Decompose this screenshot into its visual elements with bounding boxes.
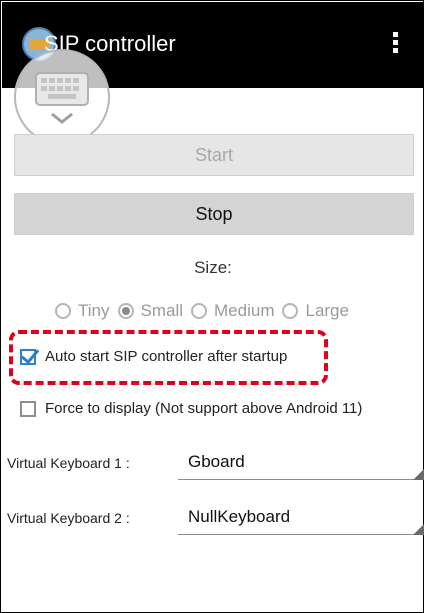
force-display-label: Force to display (Not support above Andr… — [45, 400, 363, 417]
floating-keyboard-icon[interactable] — [14, 49, 110, 145]
highlight-annotation — [9, 330, 328, 385]
screen: SIP controller Start Stop Size: Tiny Sma… — [0, 0, 424, 613]
size-radio-group: Tiny Small Medium Large — [55, 297, 357, 325]
size-option-small[interactable]: Small — [117, 301, 184, 321]
radio-icon — [191, 303, 208, 319]
radio-checked-icon — [117, 303, 134, 319]
size-option-tiny[interactable]: Tiny — [55, 301, 110, 321]
virtual-keyboard-2-label: Virtual Keyboard 2 : — [7, 510, 130, 526]
size-option-medium[interactable]: Medium — [191, 301, 274, 321]
size-label: Size: — [194, 258, 232, 277]
dropdown-arrow-icon — [413, 523, 424, 535]
dropdown-arrow-icon — [413, 468, 424, 480]
spinner-value: NullKeyboard — [188, 507, 291, 526]
virtual-keyboard-1-spinner[interactable]: Gboard — [178, 450, 424, 480]
size-option-label: Small — [140, 301, 184, 320]
virtual-keyboard-2-spinner[interactable]: NullKeyboard — [178, 505, 424, 535]
size-option-label: Tiny — [78, 301, 110, 320]
checkbox-icon — [20, 400, 36, 417]
radio-icon — [55, 303, 71, 319]
spinner-underline — [178, 534, 424, 535]
start-button[interactable]: Start — [14, 134, 414, 176]
spinner-value: Gboard — [188, 452, 245, 471]
virtual-keyboard-1-label: Virtual Keyboard 1 : — [7, 455, 130, 471]
stop-button[interactable]: Stop — [14, 193, 414, 235]
spinner-underline — [178, 479, 424, 480]
size-option-label: Medium — [214, 301, 275, 320]
force-display-checkbox[interactable]: Force to display (Not support above Andr… — [20, 400, 362, 417]
size-option-label: Large — [305, 301, 349, 320]
size-option-large[interactable]: Large — [282, 301, 349, 321]
overflow-menu-icon[interactable] — [393, 32, 399, 58]
radio-icon — [282, 303, 299, 319]
